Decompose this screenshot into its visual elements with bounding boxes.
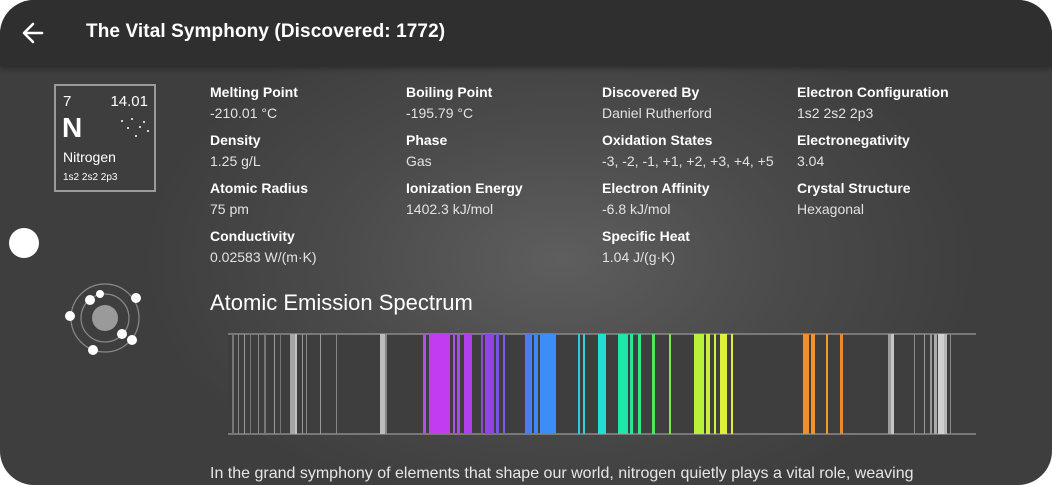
floating-handle[interactable]	[9, 228, 39, 258]
element-description: In the grand symphony of elements that s…	[210, 465, 914, 482]
spectrum-title: Atomic Emission Spectrum	[210, 290, 473, 315]
property-phase: Phase Gas	[406, 132, 448, 169]
property-melting-point: Melting Point -210.01 °C	[210, 84, 298, 121]
property-discovered-by: Discovered By Daniel Rutherford	[602, 84, 712, 121]
emission-spectrum	[228, 333, 976, 435]
element-config: 1s2 2s2 2p3	[63, 172, 118, 183]
property-specific-heat: Specific Heat 1.04 J/(g·K)	[602, 228, 690, 265]
atom-model-icon	[65, 283, 141, 355]
element-tile[interactable]: 7 14.01 N Nitrogen 1s2 2s2 2p3	[54, 84, 156, 192]
property-boiling-point: Boiling Point -195.79 °C	[406, 84, 493, 121]
property-ionization-energy: Ionization Energy 1402.3 kJ/mol	[406, 180, 523, 217]
app-screen: The Vital Symphony (Discovered: 1772) 7 …	[0, 0, 1052, 485]
atomic-number: 7	[63, 93, 72, 110]
property-electron-affinity: Electron Affinity -6.8 kJ/mol	[602, 180, 710, 217]
back-button[interactable]	[18, 18, 50, 48]
property-crystal-structure: Crystal Structure Hexagonal	[797, 180, 911, 217]
page-title: The Vital Symphony (Discovered: 1772)	[86, 21, 446, 42]
element-symbol: N	[62, 112, 83, 143]
property-atomic-radius: Atomic Radius 75 pm	[210, 180, 309, 217]
top-app-bar: The Vital Symphony (Discovered: 1772)	[0, 0, 1052, 66]
atomic-mass: 14.01	[110, 93, 148, 110]
property-density: Density 1.25 g/L	[210, 132, 261, 169]
property-electron-configuration: Electron Configuration 1s2 2s2 2p3	[797, 84, 949, 121]
electron-dots-icon	[121, 118, 149, 137]
arrow-left-icon	[22, 22, 44, 44]
element-name: Nitrogen	[63, 149, 116, 165]
property-oxidation-states: Oxidation States -3, -2, -1, +1, +2, +3,…	[602, 132, 774, 169]
property-electronegativity: Electronegativity 3.04	[797, 132, 910, 169]
property-conductivity: Conductivity 0.02583 W/(m·K)	[210, 228, 317, 265]
